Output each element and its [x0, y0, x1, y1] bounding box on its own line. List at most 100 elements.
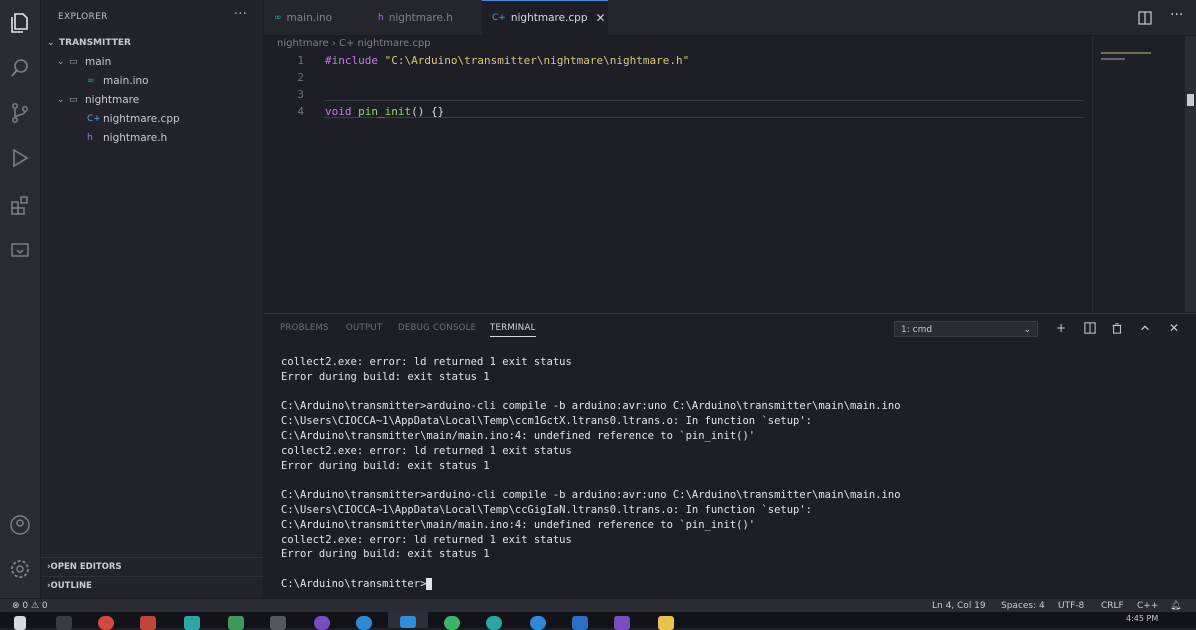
terminal-line: C:\Arduino\transmitter>arduino-cli compi… [281, 489, 901, 502]
accounts-icon[interactable] [7, 512, 33, 538]
explorer-files-icon[interactable] [7, 10, 33, 36]
close-panel-icon[interactable]: ✕ [1165, 319, 1183, 337]
tab-label: main.ino [286, 11, 333, 24]
void-keyword: void [325, 105, 352, 118]
chevron-down-icon: ⌄ [1023, 325, 1031, 335]
explorer-sidebar: EXPLORER ··· ⌄ TRANSMITTER ⌄ ▭ main ∞ ma… [41, 0, 269, 598]
more-actions-icon[interactable]: ··· [1170, 7, 1183, 23]
remote-explorer-icon[interactable] [7, 238, 33, 264]
arduino-file-icon: ∞ [274, 12, 282, 23]
terminal-select[interactable]: 1: cmd ⌄ [894, 321, 1038, 337]
cpp-file-icon: C+ [87, 113, 101, 124]
tab-nightmare-cpp[interactable]: C+ nightmare.cpp ✕ [482, 0, 608, 35]
open-editors-section[interactable]: › OPEN EDITORS [41, 557, 269, 576]
os-taskbar: 4:45 PM [0, 612, 1196, 630]
tab-terminal[interactable]: TERMINAL [490, 323, 536, 337]
taskbar-clock[interactable]: 4:45 PM [1126, 614, 1158, 623]
function-name: pin_init [358, 105, 412, 118]
tab-debug-console[interactable]: DEBUG CONSOLE [398, 323, 476, 333]
function-body: () {} [411, 105, 445, 118]
editor-tab-bar: ∞ main.ino h nightmare.h C+ nightmare.cp… [264, 0, 1196, 36]
section-label: OUTLINE [50, 581, 92, 591]
terminal-line: Error during build: exit status 1 [281, 370, 490, 383]
search-icon[interactable] [7, 55, 33, 81]
run-debug-icon[interactable] [7, 145, 33, 171]
folder-icon: ▭ [69, 56, 78, 67]
chevron-down-icon: ⌄ [57, 56, 65, 67]
code-line: 4 void pin_init() {} [264, 103, 1092, 120]
terminal-line: collect2.exe: error: ld returned 1 exit … [281, 533, 572, 546]
more-actions-icon[interactable]: ··· [234, 6, 247, 22]
section-label: OPEN EDITORS [50, 562, 122, 572]
tree-label: TRANSMITTER [59, 37, 131, 48]
tree-label: nightmare.cpp [103, 112, 180, 125]
chevron-down-icon: ⌄ [57, 94, 65, 105]
tab-output[interactable]: OUTPUT [346, 323, 382, 333]
cursor-position[interactable]: Ln 4, Col 19 [932, 599, 986, 613]
terminal-select-value: 1: cmd [901, 325, 933, 335]
terminal-line: C:\Arduino\transmitter>arduino-cli compi… [281, 400, 901, 413]
code-line: 1 #include "C:\Arduino\transmitter\night… [264, 52, 1092, 69]
header-file-icon: h [87, 132, 93, 143]
tree-label: nightmare [85, 93, 140, 106]
terminal-line: Error during build: exit status 1 [281, 548, 490, 561]
code-line: 2 [264, 69, 1092, 86]
explorer-title: EXPLORER [58, 12, 108, 22]
tree-folder-transmitter[interactable]: ⌄ TRANSMITTER [41, 33, 269, 52]
split-editor-icon[interactable] [1138, 10, 1152, 25]
terminal-line: Error during build: exit status 1 [281, 459, 490, 472]
source-control-icon[interactable] [7, 100, 33, 126]
code-editor[interactable]: 1 #include "C:\Arduino\transmitter\night… [264, 52, 1092, 312]
header-file-icon: h [378, 12, 384, 23]
problems-indicator[interactable]: ⊗ 0 ⚠ 0 [12, 599, 48, 613]
terminal-line: C:\Arduino\transmitter\main/main.ino:4: … [281, 429, 756, 442]
arduino-file-icon: ∞ [87, 75, 95, 86]
tree-folder-nightmare[interactable]: ⌄ ▭ nightmare [41, 90, 279, 109]
settings-gear-icon[interactable] [7, 556, 33, 582]
maximize-panel-icon[interactable] [1136, 319, 1154, 337]
extensions-icon[interactable] [7, 192, 33, 218]
terminal-cursor [426, 577, 433, 590]
line-number: 3 [297, 88, 304, 101]
bottom-panel: PROBLEMS OUTPUT DEBUG CONSOLE TERMINAL 1… [264, 313, 1196, 599]
tree-folder-main[interactable]: ⌄ ▭ main [41, 52, 279, 71]
folder-icon: ▭ [69, 94, 78, 105]
new-terminal-icon[interactable]: + [1052, 319, 1070, 337]
terminal-prompt-line: C:\Arduino\transmitter> [281, 577, 901, 592]
chevron-down-icon: ⌄ [47, 37, 55, 48]
split-terminal-icon[interactable] [1081, 319, 1099, 337]
line-number: 2 [297, 71, 304, 84]
language-mode[interactable]: C++ [1137, 599, 1158, 613]
include-path-string: "C:\Arduino\transmitter\nightmare\nightm… [384, 54, 690, 67]
terminal-line: C:\Users\CIOCCA~1\AppData\Local\Temp\ccG… [281, 503, 813, 516]
tree-label: main [85, 55, 112, 68]
terminal-output[interactable]: collect2.exe: error: ld returned 1 exit … [281, 355, 901, 592]
kill-terminal-trash-icon[interactable] [1108, 319, 1126, 337]
terminal-prompt: C:\Arduino\transmitter> [281, 577, 427, 590]
encoding-status[interactable]: UTF-8 [1058, 599, 1084, 613]
terminal-line: collect2.exe: error: ld returned 1 exit … [281, 356, 572, 368]
close-tab-icon[interactable]: ✕ [596, 11, 606, 25]
breadcrumb[interactable]: nightmare › C+ nightmare.cpp [277, 36, 431, 52]
tab-nightmare-h[interactable]: h nightmare.h [368, 0, 478, 35]
activity-bar [0, 0, 41, 598]
outline-section[interactable]: › OUTLINE [41, 576, 269, 595]
editor-scrollbar[interactable] [1185, 36, 1196, 312]
tab-label: nightmare.cpp [510, 12, 588, 24]
notifications-bell-icon[interactable]: 🔔︎ [1170, 599, 1181, 613]
tab-main-ino[interactable]: ∞ main.ino [264, 0, 364, 35]
terminal-line: C:\Arduino\transmitter\main/main.ino:4: … [281, 518, 756, 531]
eol-status[interactable]: CRLF [1101, 599, 1124, 613]
status-bar: ⊗ 0 ⚠ 0 Ln 4, Col 19 Spaces: 4 UTF-8 CRL… [0, 598, 1196, 613]
vscode-taskbar-button[interactable] [388, 612, 428, 628]
tab-label: nightmare.h [388, 11, 453, 24]
minimap[interactable] [1092, 36, 1185, 312]
terminal-line: C:\Users\CIOCCA~1\AppData\Local\Temp\ccm… [281, 415, 813, 428]
tree-label: nightmare.h [103, 131, 168, 144]
include-directive: #include [325, 54, 378, 67]
indentation-status[interactable]: Spaces: 4 [1001, 599, 1045, 613]
tab-problems[interactable]: PROBLEMS [280, 323, 329, 333]
